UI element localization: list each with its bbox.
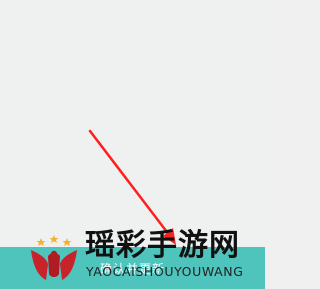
confirm-update-label: 确认并更新 (99, 262, 165, 276)
confirm-update-button[interactable]: 确认并更新 (0, 247, 265, 289)
app-screen (0, 0, 265, 289)
